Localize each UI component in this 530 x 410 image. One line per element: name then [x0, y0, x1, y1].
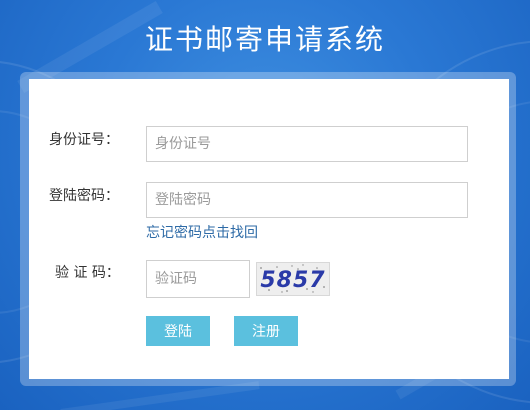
forgot-password-link[interactable]: 忘记密码点击找回 — [146, 222, 258, 242]
captcha-input[interactable] — [146, 260, 250, 298]
captcha-image[interactable]: 5857 — [256, 262, 330, 296]
captcha-noise: 5857 — [260, 264, 325, 293]
login-button[interactable]: 登陆 — [146, 316, 210, 346]
login-card: 身份证号： 登陆密码： 忘记密码点击找回 验 证 码： 5857 登陆 注册 — [29, 79, 509, 379]
captcha-label: 验 证 码： — [55, 265, 120, 281]
captcha-text: 5857 — [260, 268, 325, 293]
id-number-input[interactable] — [146, 126, 468, 162]
page-title: 证书邮寄申请系统 — [144, 23, 385, 56]
id-number-label: 身份证号： — [49, 132, 119, 148]
password-input[interactable] — [146, 182, 468, 218]
password-label: 登陆密码： — [49, 188, 119, 204]
register-button[interactable]: 注册 — [234, 316, 298, 346]
